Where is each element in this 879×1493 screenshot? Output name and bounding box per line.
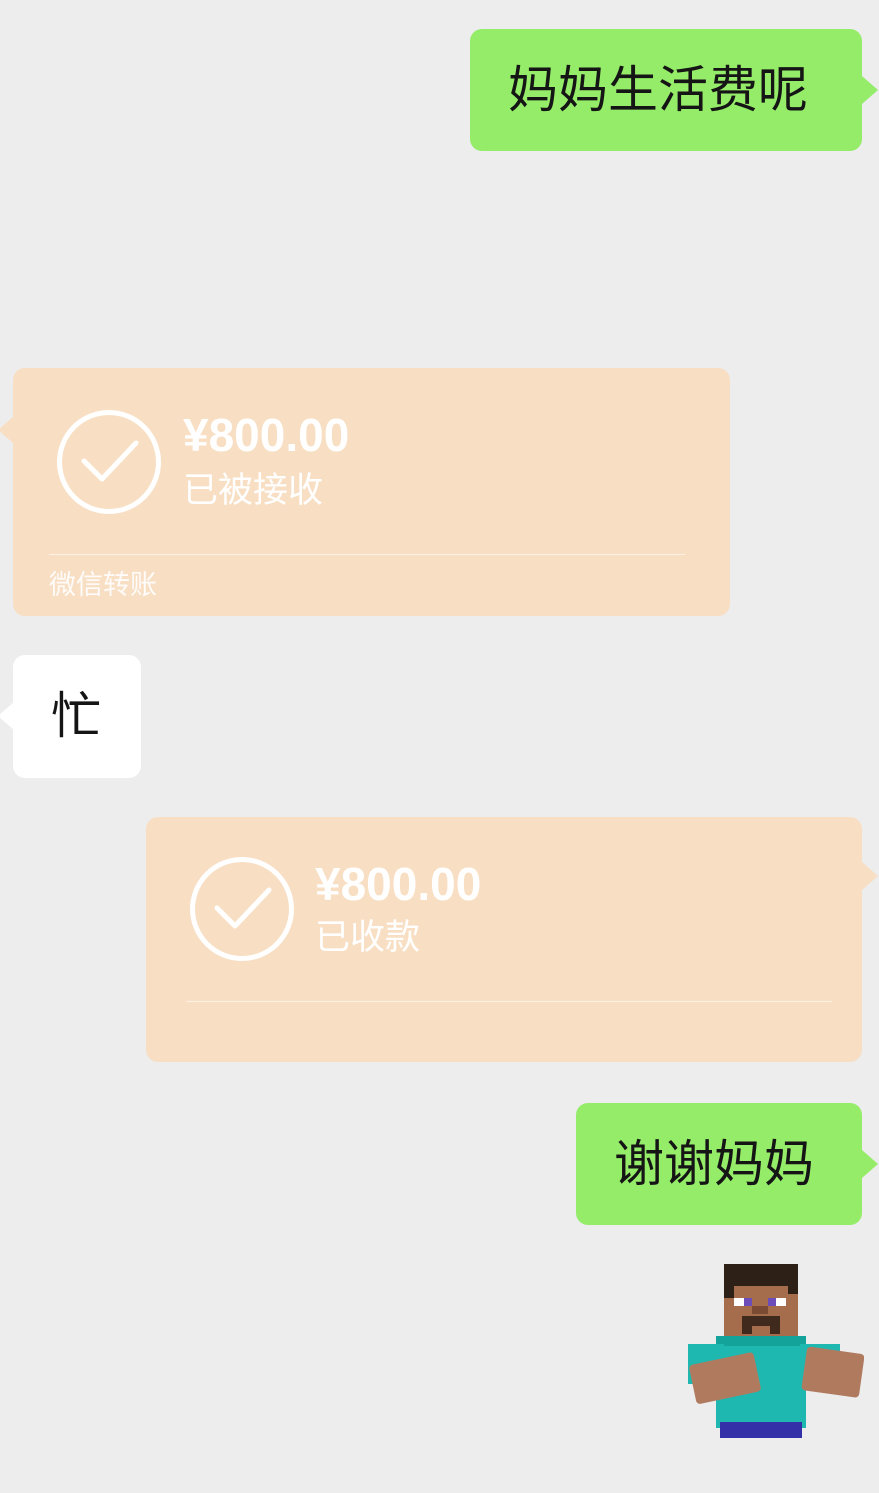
bubble-tail [0, 416, 14, 444]
sent-message-bubble[interactable]: 谢谢妈妈 [576, 1103, 862, 1225]
received-message-bubble[interactable]: 忙 [13, 655, 141, 778]
minecraft-steve-icon [688, 1264, 865, 1438]
message-text: 谢谢妈妈 [614, 1135, 814, 1193]
transfer-card-received[interactable]: ¥800.00 已被接收 微信转账 [13, 368, 730, 616]
minecraft-steve-sticker-icon[interactable] [686, 1262, 865, 1440]
timestamp [290, 244, 590, 292]
bubble-tail [0, 702, 14, 730]
transfer-status: 已被接收 [183, 471, 324, 511]
divider [49, 554, 685, 555]
sent-message-bubble[interactable]: 妈妈生活费呢 [470, 29, 862, 151]
transfer-footer-label [180, 1017, 330, 1053]
bubble-tail [862, 76, 878, 104]
message-text: 妈妈生活费呢 [508, 61, 808, 119]
transfer-footer-label: 微信转账 [49, 570, 157, 601]
transfer-amount: ¥800.00 [315, 858, 482, 910]
message-text: 忙 [51, 687, 101, 745]
transfer-card-sent[interactable]: ¥800.00 已收款 [146, 817, 862, 1062]
checkmark-icon [81, 440, 139, 482]
checkmark-icon [214, 887, 272, 929]
check-circle-icon [190, 857, 294, 961]
bubble-tail [862, 1150, 878, 1178]
bubble-tail [862, 862, 878, 890]
divider [186, 1001, 832, 1002]
transfer-amount: ¥800.00 [183, 409, 350, 461]
check-circle-icon [57, 410, 161, 514]
transfer-status: 已收款 [315, 918, 421, 958]
